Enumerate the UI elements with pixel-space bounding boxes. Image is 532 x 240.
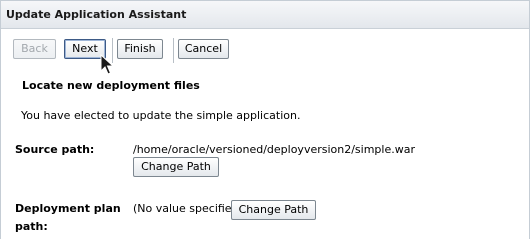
change-plan-path-button[interactable]: Change Path (231, 200, 316, 220)
cancel-button[interactable]: Cancel (178, 39, 229, 59)
window-title: Update Application Assistant (6, 8, 187, 21)
change-source-path-button[interactable]: Change Path (133, 157, 219, 177)
mouse-pointer-icon (100, 54, 114, 75)
finish-button[interactable]: Finish (117, 39, 163, 59)
back-button[interactable]: Back (13, 39, 56, 59)
section-heading: Locate new deployment files (22, 79, 200, 92)
title-bar: Update Application Assistant (1, 1, 529, 29)
intro-text: You have elected to update the simple ap… (21, 109, 301, 122)
source-path-label: Source path: (15, 143, 95, 156)
deployment-plan-label: Deployment plan (15, 202, 121, 215)
deployment-plan-label-continued: path: (15, 220, 48, 233)
deployment-plan-value: (No value specified) (133, 202, 243, 215)
update-application-assistant-panel: Update Application Assistant Back Next F… (0, 0, 530, 239)
source-path-value: /home/oracle/versioned/deployversion2/si… (133, 143, 415, 156)
toolbar-separator (173, 38, 174, 63)
